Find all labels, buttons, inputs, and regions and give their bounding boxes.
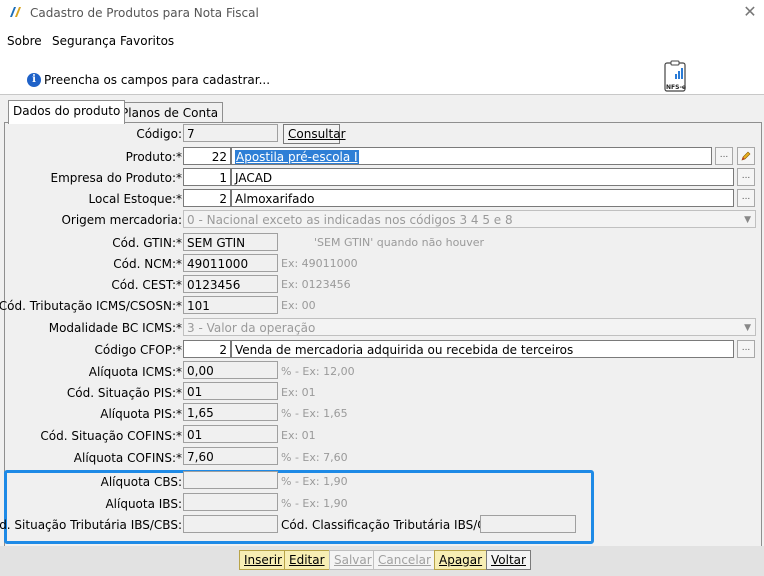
inserir-label: Inserir	[244, 553, 282, 567]
aliq-icms-field[interactable]: 0,00	[183, 361, 278, 379]
ncm-label: Cód. NCM:*	[113, 257, 182, 271]
aliq-icms-hint: % - Ex: 12,00	[281, 365, 355, 378]
empresa-lookup-button[interactable]: ...	[737, 168, 755, 186]
sit-pis-field[interactable]: 01	[183, 382, 278, 400]
class-ibs-cbs-label: Cód. Classificação Tributária IBS/CBS:	[281, 518, 506, 532]
cancelar-button[interactable]: Cancelar	[373, 550, 436, 570]
menu-bar: Sobre Segurança Favoritos	[0, 26, 764, 57]
edit-pencil-icon[interactable]	[737, 147, 755, 165]
info-banner: i Preencha os campos para cadastrar...	[0, 56, 764, 95]
aliq-cbs-field[interactable]	[183, 471, 278, 489]
produto-lookup-button[interactable]: ...	[715, 147, 733, 165]
sit-cofins-field[interactable]: 01	[183, 425, 278, 443]
title-bar: Cadastro de Produtos para Nota Fiscal ✕	[0, 0, 764, 26]
origem-label: Origem mercadoria:	[61, 213, 182, 227]
tab-planos-conta[interactable]: Planos de Conta	[116, 102, 224, 123]
modalidade-select[interactable]: 3 - Valor da operação ▼	[183, 318, 756, 336]
consultar-label: Consultar	[288, 127, 346, 141]
sit-pis-hint: Ex: 01	[281, 386, 316, 399]
apagar-label: Apagar	[439, 553, 483, 567]
consultar-button[interactable]: Consultar	[283, 124, 346, 144]
inserir-button[interactable]: Inserir	[239, 550, 287, 570]
aliq-ibs-hint: % - Ex: 1,90	[281, 497, 348, 510]
banner-message: Preencha os campos para cadastrar...	[44, 73, 271, 87]
editar-button[interactable]: Editar	[284, 550, 330, 570]
cest-field[interactable]: 0123456	[183, 275, 278, 293]
aliq-pis-hint: % - Ex: 1,65	[281, 407, 348, 420]
gtin-field[interactable]: SEM GTIN	[183, 233, 278, 251]
voltar-button[interactable]: Voltar	[486, 550, 531, 570]
codigo-field[interactable]: 7	[183, 124, 278, 142]
icms-csosn-label: Cód. Tributação ICMS/CSOSN:*	[0, 299, 182, 313]
apagar-button[interactable]: Apagar	[434, 550, 488, 570]
sit-pis-label: Cód. Situação PIS:*	[66, 386, 182, 400]
aliq-cbs-hint: % - Ex: 1,90	[281, 475, 348, 488]
app-logo-icon	[9, 6, 23, 18]
produto-label: Produto:*	[125, 150, 182, 164]
gtin-label: Cód. GTIN:*	[112, 236, 182, 250]
ncm-hint: Ex: 49011000	[281, 257, 358, 270]
cfop-name-field[interactable]: Venda de mercadoria adquirida ou recebid…	[231, 340, 734, 358]
cest-hint: Ex: 0123456	[281, 278, 351, 291]
info-icon: i	[27, 73, 41, 87]
produto-name-field[interactable]: Apostila pré-escola I	[231, 147, 712, 165]
nfse-icon: NFS-e	[664, 60, 686, 92]
ncm-field[interactable]: 49011000	[183, 254, 278, 272]
aliq-ibs-label: Alíquota IBS:	[105, 497, 182, 511]
aliq-cofins-hint: % - Ex: 7,60	[281, 451, 348, 464]
aliq-icms-label: Alíquota ICMS:*	[88, 365, 182, 379]
aliq-cofins-field[interactable]: 7,60	[183, 447, 278, 465]
cfop-code-field[interactable]: 2	[183, 340, 231, 358]
aliq-cbs-label: Alíquota CBS:	[100, 475, 182, 489]
chevron-down-icon: ▼	[744, 323, 751, 333]
modalidade-value: 3 - Valor da operação	[187, 321, 316, 335]
icms-csosn-hint: Ex: 00	[281, 299, 316, 312]
empresa-code-field[interactable]: 1	[183, 168, 231, 186]
sit-cofins-hint: Ex: 01	[281, 429, 316, 442]
produto-name-text: Apostila pré-escola I	[235, 150, 359, 164]
salvar-button[interactable]: Salvar	[329, 550, 377, 570]
voltar-label: Voltar	[491, 553, 526, 567]
close-icon[interactable]: ✕	[740, 2, 760, 22]
produto-code-field[interactable]: 22	[183, 147, 231, 165]
sit-ibs-cbs-label: Cód. Situação Tributária IBS/CBS:	[0, 518, 182, 532]
origem-select[interactable]: 0 - Nacional exceto as indicadas nos cód…	[183, 210, 756, 228]
aliq-ibs-field[interactable]	[183, 493, 278, 511]
sit-cofins-label: Cód. Situação COFINS:*	[40, 429, 182, 443]
cest-label: Cód. CEST:*	[111, 278, 182, 292]
tab-dados-produto[interactable]: Dados do produto	[8, 100, 126, 124]
local-name-field[interactable]: Almoxarifado	[231, 189, 734, 207]
aliq-pis-field[interactable]: 1,65	[183, 403, 278, 421]
codigo-label: Código:	[136, 127, 182, 141]
icms-csosn-field[interactable]: 101	[183, 296, 278, 314]
sit-ibs-cbs-field[interactable]	[183, 515, 278, 533]
empresa-name-field[interactable]: JACAD	[231, 168, 734, 186]
class-ibs-cbs-field[interactable]	[480, 515, 576, 533]
window-title: Cadastro de Produtos para Nota Fiscal	[30, 6, 259, 20]
aliq-pis-label: Alíquota PIS:*	[100, 407, 182, 421]
chevron-down-icon: ▼	[744, 215, 751, 225]
salvar-label: Salvar	[334, 553, 372, 567]
origem-value: 0 - Nacional exceto as indicadas nos cód…	[187, 213, 513, 227]
editar-label: Editar	[289, 553, 325, 567]
local-label: Local Estoque:*	[88, 192, 182, 206]
cancelar-label: Cancelar	[378, 553, 431, 567]
menu-favoritos[interactable]: Favoritos	[120, 34, 174, 48]
local-lookup-button[interactable]: ...	[737, 189, 755, 207]
menu-sobre[interactable]: Sobre	[7, 34, 42, 48]
svg-text:NFS-e: NFS-e	[666, 84, 686, 91]
empresa-label: Empresa do Produto:*	[50, 171, 182, 185]
gtin-hint: 'SEM GTIN' quando não houver	[314, 236, 485, 249]
cfop-lookup-button[interactable]: ...	[737, 340, 755, 358]
menu-seguranca[interactable]: Segurança	[52, 34, 116, 48]
aliq-cofins-label: Alíquota COFINS:*	[73, 451, 182, 465]
local-code-field[interactable]: 2	[183, 189, 231, 207]
cfop-label: Código CFOP:*	[94, 343, 182, 357]
modalidade-label: Modalidade BC ICMS:*	[48, 321, 182, 335]
